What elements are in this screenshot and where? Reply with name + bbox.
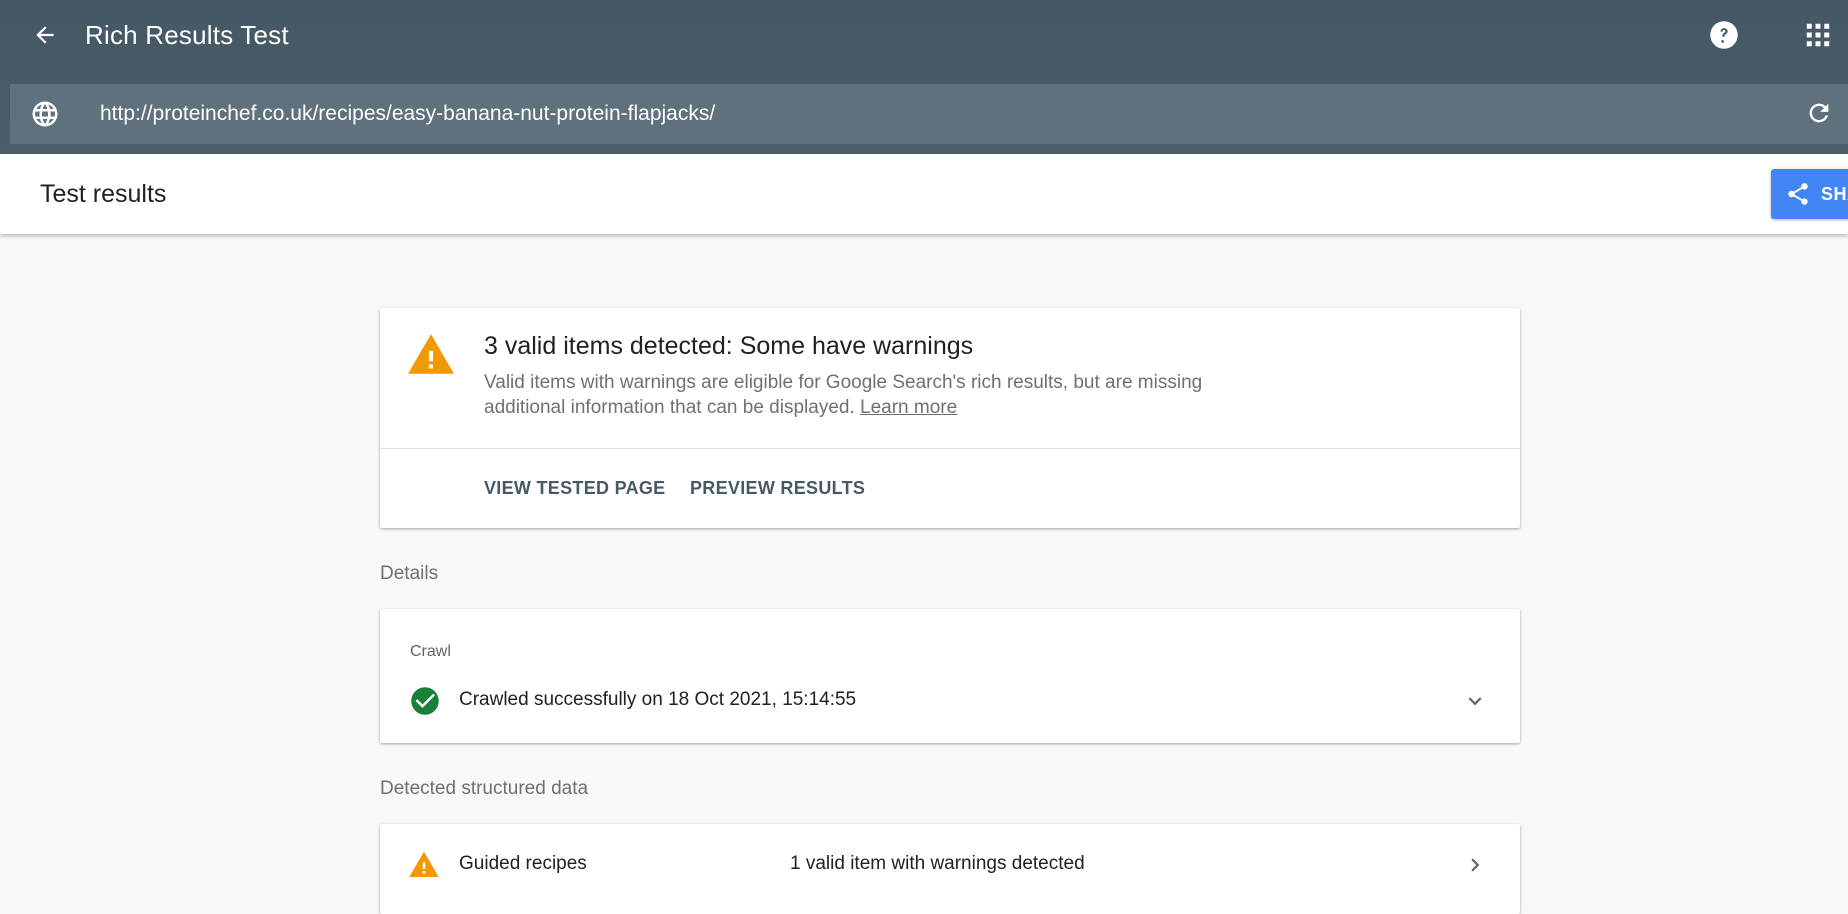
app-title: Rich Results Test — [85, 20, 289, 50]
list-item[interactable]: Guided recipes 1 valid item with warning… — [380, 824, 1520, 914]
learn-more-link[interactable]: Learn more — [860, 397, 957, 418]
refresh-icon[interactable] — [1805, 99, 1835, 129]
app-bar: Rich Results Test — [0, 0, 1848, 154]
chevron-right-icon[interactable] — [1462, 852, 1488, 878]
results-header: Test results SHARE — [0, 154, 1848, 234]
apps-grid-icon[interactable] — [1803, 20, 1833, 50]
back-arrow-icon[interactable] — [30, 20, 60, 50]
url-bar — [10, 84, 1848, 144]
summary-description: Valid items with warnings are eligible f… — [484, 370, 1244, 420]
summary-title: 3 valid items detected: Some have warnin… — [484, 332, 974, 360]
page-title: Test results — [40, 180, 167, 208]
help-icon[interactable] — [1709, 20, 1739, 50]
summary-card: 3 valid items detected: Some have warnin… — [380, 308, 1520, 528]
divider — [380, 448, 1520, 449]
detected-section-label: Detected structured data — [380, 778, 589, 799]
share-icon — [1785, 181, 1811, 207]
check-circle-icon — [410, 686, 440, 716]
warning-icon — [408, 849, 440, 881]
crawl-status: Crawled successfully on 18 Oct 2021, 15:… — [459, 689, 857, 710]
structured-data-status: 1 valid item with warnings detected — [790, 853, 1085, 874]
share-label: SHARE — [1821, 184, 1848, 204]
details-section-label: Details — [380, 563, 439, 584]
structured-data-type: Guided recipes — [459, 853, 587, 874]
globe-icon — [30, 99, 60, 129]
share-button[interactable]: SHARE — [1771, 169, 1848, 219]
crawl-label: Crawl — [410, 643, 451, 660]
chevron-down-icon[interactable] — [1462, 688, 1488, 714]
crawl-card[interactable]: Crawl Crawled successfully on 18 Oct 202… — [380, 609, 1520, 743]
warning-icon — [406, 330, 456, 380]
view-tested-page-button[interactable]: VIEW TESTED PAGE — [484, 463, 666, 513]
url-input[interactable] — [100, 84, 1700, 144]
preview-results-button[interactable]: PREVIEW RESULTS — [690, 463, 865, 513]
summary-description-text: Valid items with warnings are eligible f… — [484, 372, 1203, 418]
